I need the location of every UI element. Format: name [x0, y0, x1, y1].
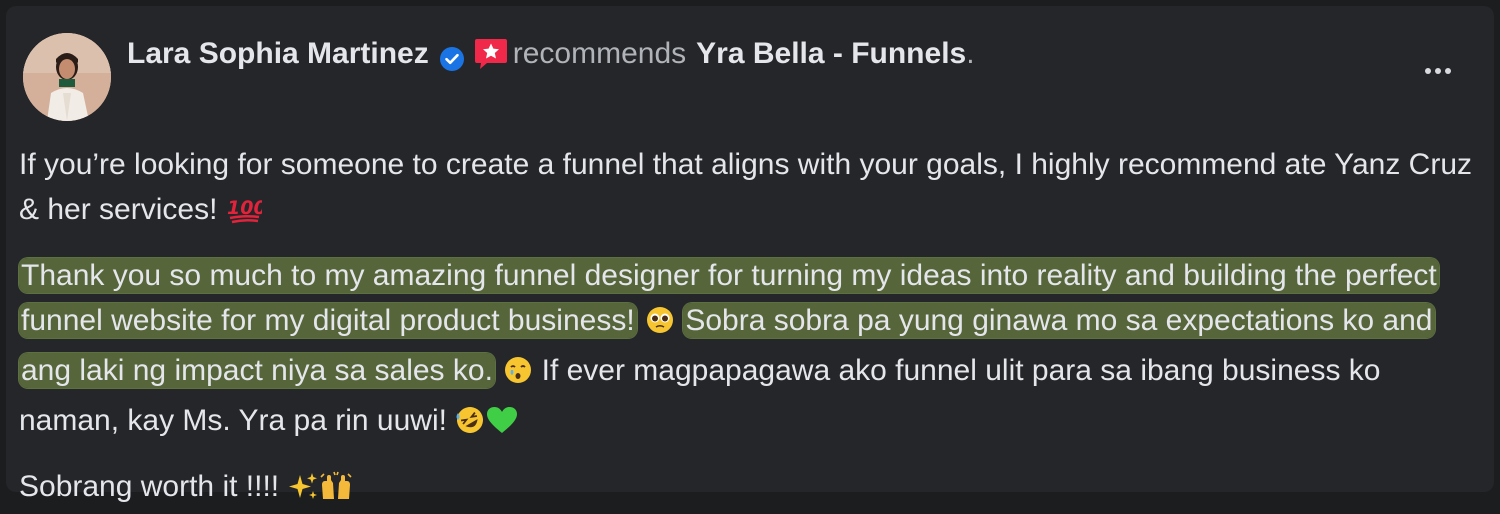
profile-photo [23, 33, 111, 121]
paragraph-3-text: Sobrang worth it !!!! [19, 470, 280, 503]
more-options-icon[interactable] [1418, 56, 1458, 86]
post-paragraph-2: Thank you so much to my amazing funnel d… [19, 253, 1485, 448]
header-period: . [966, 37, 975, 70]
post-header: Lara Sophia Martinez recommends Yra Bell… [127, 32, 975, 76]
face-holding-back-tears-icon [503, 353, 533, 398]
post-paragraph-1: If you’re looking for someone to create … [19, 142, 1485, 237]
avatar[interactable] [23, 33, 111, 121]
author-name[interactable]: Lara Sophia Martinez [127, 32, 429, 76]
post-body: If you’re looking for someone to create … [19, 142, 1485, 514]
more-dot [1445, 68, 1451, 74]
green-heart-icon [485, 403, 519, 448]
recommended-page-name[interactable]: Yra Bella - Funnels [696, 32, 966, 76]
more-dot [1435, 68, 1441, 74]
sparkles-icon [287, 469, 319, 514]
post-card: Lara Sophia Martinez recommends Yra Bell… [6, 6, 1494, 503]
hundred-points-icon: 100 [226, 192, 266, 237]
recommend-star-icon [473, 36, 509, 72]
more-dot [1425, 68, 1431, 74]
rolling-on-floor-laughing-icon [455, 403, 485, 448]
raising-hands-icon [319, 469, 353, 514]
post-paragraph-3: Sobrang worth it !!!! [19, 464, 1485, 514]
verified-badge-icon [439, 41, 465, 71]
recommends-text: recommends [512, 37, 687, 70]
pleading-face-icon [645, 303, 675, 348]
